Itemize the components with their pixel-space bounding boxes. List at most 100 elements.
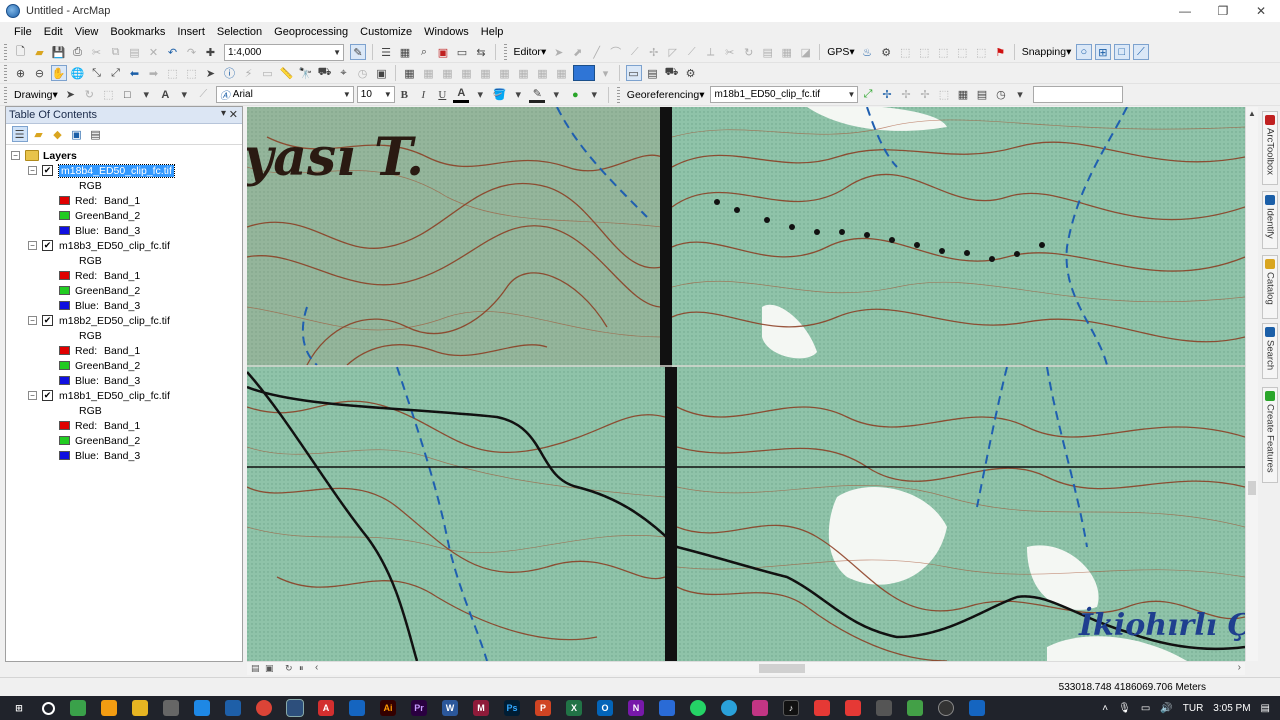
- band-row[interactable]: Green: Band_2: [59, 358, 140, 373]
- instagram-icon[interactable]: [752, 700, 768, 716]
- open-icon[interactable]: ▰: [32, 44, 48, 60]
- arcmap-taskbar-icon[interactable]: [286, 699, 304, 717]
- scanned-topo-map[interactable]: yası T. İkiohırlı Ç: [247, 107, 1245, 661]
- menu-help[interactable]: Help: [475, 26, 510, 38]
- layer-name[interactable]: m18b1_ED50_clip_fc.tif: [59, 390, 170, 402]
- layout-icon-5[interactable]: ▦: [478, 65, 494, 81]
- gps-menu[interactable]: GPS ▾: [824, 46, 857, 58]
- whatsapp-icon[interactable]: [690, 700, 706, 716]
- fill-dropdown-icon[interactable]: ▾: [510, 87, 526, 103]
- file-explorer-icon[interactable]: [132, 700, 148, 716]
- python-icon[interactable]: ▭: [454, 44, 470, 60]
- band-color-swatch[interactable]: [59, 346, 70, 355]
- georef-tool-icon-1[interactable]: ▭: [625, 65, 642, 81]
- point-icon[interactable]: ✢: [646, 44, 662, 60]
- fixed-zoom-out-icon[interactable]: ⤢: [108, 65, 124, 81]
- collapse-icon[interactable]: −: [28, 166, 37, 175]
- toc-close-icon[interactable]: ✕: [229, 108, 238, 121]
- fixed-zoom-in-icon[interactable]: ⤡: [89, 65, 105, 81]
- pan-icon[interactable]: ✋: [50, 65, 67, 81]
- split-icon[interactable]: ✂: [722, 44, 738, 60]
- taskbar-app-icon-13[interactable]: [969, 700, 985, 716]
- tray-chevron-icon[interactable]: ˄: [1102, 703, 1108, 714]
- georeferencing-menu[interactable]: Georeferencing ▾: [624, 89, 708, 101]
- redo-icon[interactable]: ↷: [184, 44, 200, 60]
- taskbar-app-icon-9[interactable]: [845, 700, 861, 716]
- table-of-contents-icon[interactable]: ☰: [378, 44, 394, 60]
- list-by-selection-icon[interactable]: ▣: [69, 126, 85, 142]
- excel-icon[interactable]: X: [566, 700, 582, 716]
- layout-icon-3[interactable]: ▦: [440, 65, 456, 81]
- list-by-source-icon[interactable]: ▰: [31, 126, 47, 142]
- layer-visibility-checkbox[interactable]: ✔: [42, 315, 53, 326]
- endpoint-arc-icon[interactable]: ⌒: [608, 44, 624, 60]
- scroll-right-icon[interactable]: ›: [1238, 662, 1241, 673]
- layer-name[interactable]: m18b3_ED50_clip_fc.tif: [59, 240, 170, 252]
- rotate-element-icon[interactable]: ↻: [81, 87, 97, 103]
- gps-stream-icon[interactable]: ⬚: [954, 44, 970, 60]
- go-to-xy-icon[interactable]: ⌖: [336, 65, 352, 81]
- taskbar-app-icon-5[interactable]: [349, 700, 365, 716]
- marker-color-icon[interactable]: ●: [567, 87, 583, 103]
- volume-icon[interactable]: 🔊: [1160, 703, 1172, 714]
- vertex-snapping-icon[interactable]: □: [1113, 44, 1130, 60]
- band-row[interactable]: Blue: Band_3: [59, 223, 140, 238]
- search-window-icon[interactable]: ⌕: [416, 44, 432, 60]
- layout-icon-4[interactable]: ▦: [459, 65, 475, 81]
- taskbar-app-icon-3[interactable]: [163, 700, 179, 716]
- band-color-swatch[interactable]: [59, 451, 70, 460]
- line-color-icon[interactable]: ✎: [529, 87, 546, 103]
- outlook-icon[interactable]: O: [597, 700, 613, 716]
- gps-record-icon[interactable]: ⬚: [973, 44, 989, 60]
- georef-input-field[interactable]: [1033, 86, 1124, 103]
- menu-selection[interactable]: Selection: [211, 26, 268, 38]
- hyperlink-icon[interactable]: ⚡: [241, 65, 257, 81]
- marker-dropdown-icon[interactable]: ▾: [586, 87, 602, 103]
- shift-icon[interactable]: ✢: [898, 87, 914, 103]
- taskbar-app-icon-7[interactable]: [659, 700, 675, 716]
- collapse-icon[interactable]: −: [28, 391, 37, 400]
- layout-icon-2[interactable]: ▦: [421, 65, 437, 81]
- full-extent-icon[interactable]: 🌐: [70, 65, 86, 81]
- layer-row[interactable]: − ✔ m18b3_ED50_clip_fc.tif: [28, 238, 170, 253]
- viewer-dropdown-icon[interactable]: ▾: [1012, 87, 1028, 103]
- rectangle-icon[interactable]: □: [119, 87, 135, 103]
- band-row[interactable]: Red: Band_1: [59, 343, 140, 358]
- html-popup-icon[interactable]: ▭: [260, 65, 276, 81]
- tiktok-icon[interactable]: ♪: [783, 700, 799, 716]
- refresh-icon[interactable]: ↻: [285, 663, 293, 674]
- rotate-raster-icon[interactable]: ⤢: [860, 87, 876, 103]
- arctoolbox-icon[interactable]: ▣: [435, 44, 451, 60]
- collapse-icon[interactable]: −: [28, 316, 37, 325]
- scale-icon[interactable]: ✢: [917, 87, 933, 103]
- gps-log-icon[interactable]: ⬚: [916, 44, 932, 60]
- select-elements-icon[interactable]: ➤: [203, 65, 219, 81]
- taskbar-app-icon-2[interactable]: [101, 700, 117, 716]
- close-window-button[interactable]: ✕: [1242, 0, 1280, 22]
- band-row[interactable]: Blue: Band_3: [59, 373, 140, 388]
- zoom-out-icon[interactable]: ⊖: [32, 65, 48, 81]
- line-dropdown-icon[interactable]: ▾: [548, 87, 564, 103]
- time-slider-icon[interactable]: ◷: [355, 65, 371, 81]
- menu-windows[interactable]: Windows: [418, 26, 475, 38]
- measure-icon[interactable]: 📏: [279, 65, 295, 81]
- paste-icon[interactable]: ▤: [127, 44, 143, 60]
- link-table-icon-2[interactable]: ▤: [974, 87, 990, 103]
- edit-vertices-draw-icon[interactable]: ⟋: [195, 87, 211, 103]
- gps-pan-icon[interactable]: ⬚: [897, 44, 913, 60]
- create-features-tab[interactable]: Create Features: [1262, 387, 1278, 483]
- collapse-icon[interactable]: −: [11, 151, 20, 160]
- add-control-points-icon[interactable]: ✢: [879, 87, 895, 103]
- layout-icon-6[interactable]: ▦: [497, 65, 513, 81]
- catalog-tab[interactable]: Catalog: [1262, 255, 1278, 319]
- map-display[interactable]: yası T. İkiohırlı Ç: [247, 107, 1245, 661]
- onenote-icon[interactable]: N: [628, 700, 644, 716]
- italic-button[interactable]: I: [415, 87, 431, 103]
- georef-tool-icon-3[interactable]: ⛟: [664, 65, 680, 81]
- menu-insert[interactable]: Insert: [171, 26, 211, 38]
- word-icon[interactable]: W: [442, 700, 458, 716]
- band-row[interactable]: Red: Band_1: [59, 418, 140, 433]
- zoom-to-selected-icon[interactable]: ⬚: [100, 87, 116, 103]
- gps-tool-icon[interactable]: ⚙: [878, 44, 894, 60]
- arctoolbox-tab[interactable]: ArcToolbox: [1262, 111, 1278, 185]
